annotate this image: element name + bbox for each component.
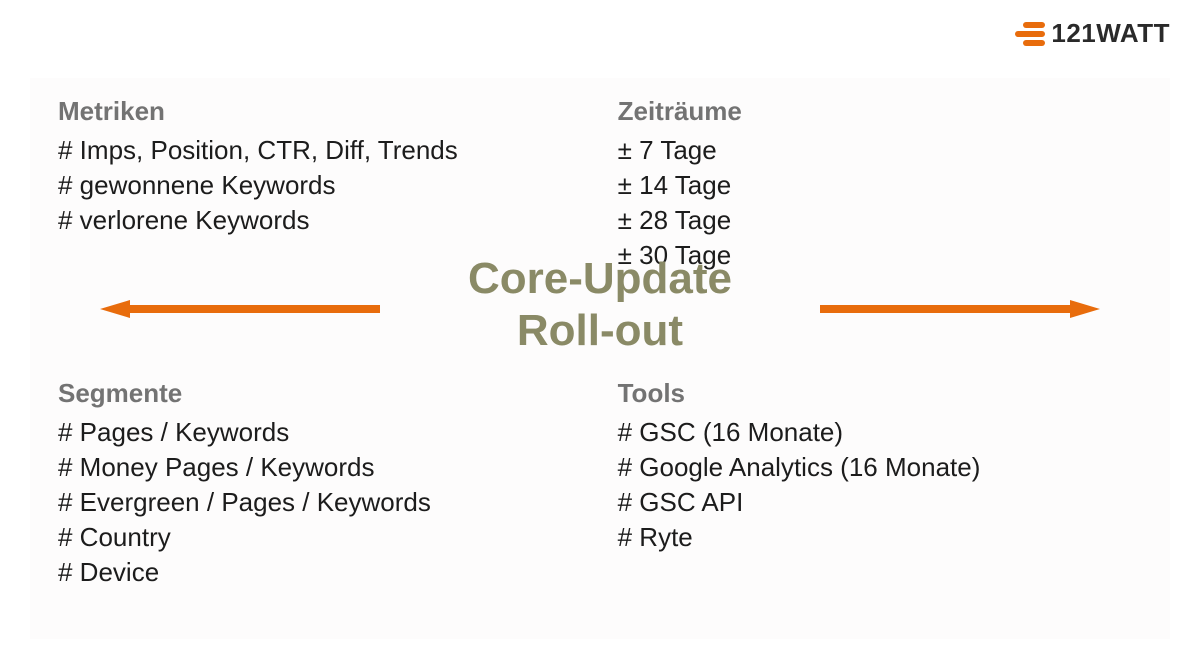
list-item: # Country <box>58 520 582 555</box>
quadrant-tools: Tools # GSC (16 Monate) # Google Analyti… <box>618 378 1142 555</box>
quadrant-segmente: Segmente # Pages / Keywords # Money Page… <box>58 378 582 590</box>
list-item: # Money Pages / Keywords <box>58 450 582 485</box>
list-item: # Device <box>58 555 582 590</box>
metriken-list: # Imps, Position, CTR, Diff, Trends # ge… <box>58 133 582 238</box>
list-item: # Google Analytics (16 Monate) <box>618 450 1142 485</box>
list-item: # GSC API <box>618 485 1142 520</box>
list-item: # gewonnene Keywords <box>58 168 582 203</box>
list-item: # verlorene Keywords <box>58 203 582 238</box>
quadrant-zeitraeume: Zeiträume ± 7 Tage ± 14 Tage ± 28 Tage ±… <box>618 96 1142 273</box>
zeitraeume-list: ± 7 Tage ± 14 Tage ± 28 Tage ± 30 Tage <box>618 133 1142 273</box>
list-item: ± 14 Tage <box>618 168 1142 203</box>
tools-list: # GSC (16 Monate) # Google Analytics (16… <box>618 415 1142 555</box>
brand-logo: 121WATT <box>1015 18 1170 49</box>
brand-bars-icon <box>1015 22 1045 46</box>
list-item: ± 28 Tage <box>618 203 1142 238</box>
arrow-right-icon <box>820 300 1100 318</box>
zeitraeume-title: Zeiträume <box>618 96 1142 127</box>
slide-panel: Metriken # Imps, Position, CTR, Diff, Tr… <box>30 78 1170 639</box>
tools-title: Tools <box>618 378 1142 409</box>
arrow-left-icon <box>100 300 380 318</box>
metriken-title: Metriken <box>58 96 582 127</box>
quadrant-metriken: Metriken # Imps, Position, CTR, Diff, Tr… <box>58 96 582 238</box>
list-item: # Imps, Position, CTR, Diff, Trends <box>58 133 582 168</box>
list-item: # GSC (16 Monate) <box>618 415 1142 450</box>
segmente-list: # Pages / Keywords # Money Pages / Keywo… <box>58 415 582 590</box>
list-item: # Ryte <box>618 520 1142 555</box>
list-item: # Pages / Keywords <box>58 415 582 450</box>
list-item: ± 7 Tage <box>618 133 1142 168</box>
list-item: ± 30 Tage <box>618 238 1142 273</box>
brand-name: 121WATT <box>1051 18 1170 49</box>
segmente-title: Segmente <box>58 378 582 409</box>
list-item: # Evergreen / Pages / Keywords <box>58 485 582 520</box>
